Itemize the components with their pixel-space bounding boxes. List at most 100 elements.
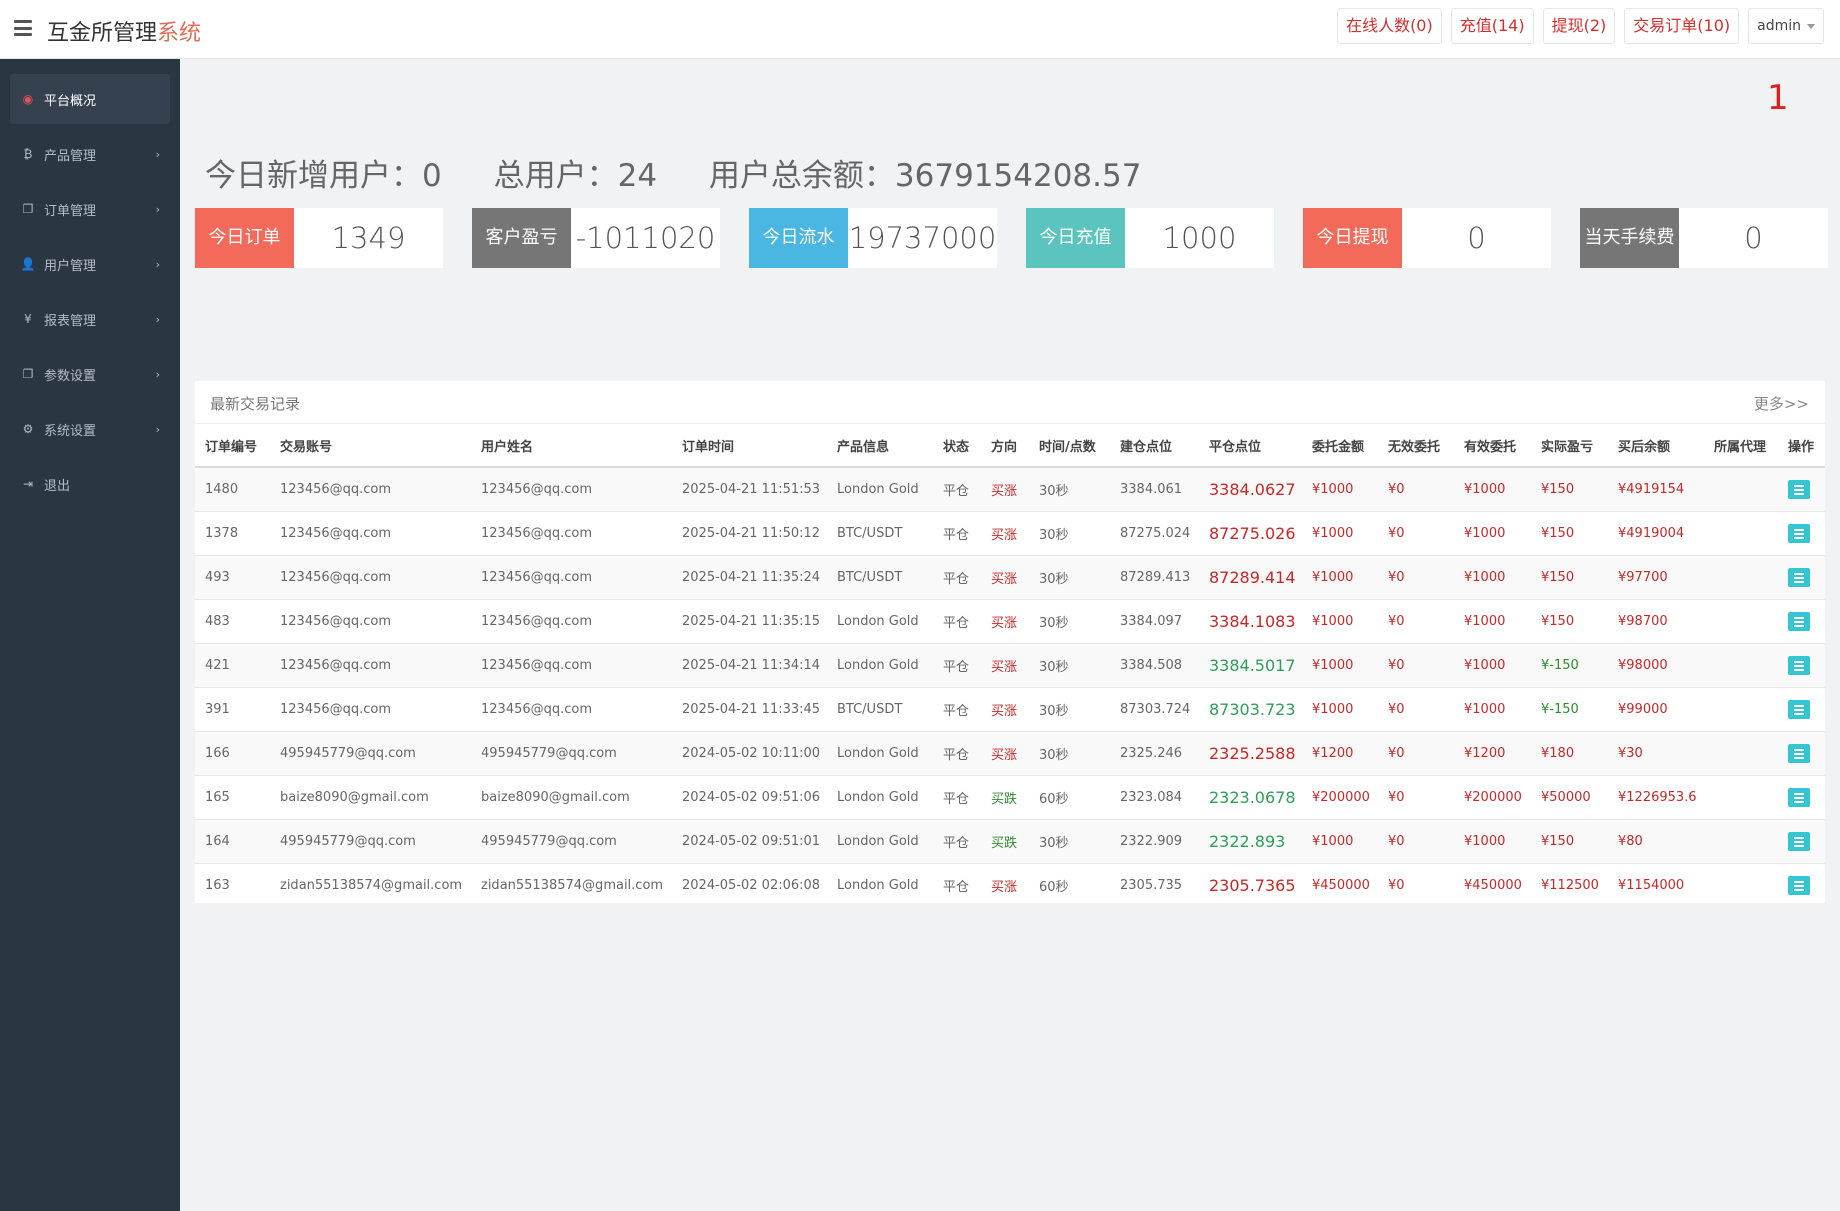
- cell-pnl: ¥150: [1531, 554, 1608, 599]
- cell-id: 165: [195, 774, 270, 819]
- cell-account: 495945779@qq.com: [270, 818, 471, 863]
- more-link[interactable]: 更多>>: [1754, 393, 1809, 414]
- sign-out-icon: ⇥: [22, 477, 34, 491]
- cell-name: 495945779@qq.com: [471, 730, 672, 775]
- cell-op: [1778, 730, 1825, 775]
- cell-direction: 买涨: [981, 642, 1029, 687]
- cell-status: 平仓: [933, 510, 981, 555]
- detail-list-icon[interactable]: [1788, 655, 1810, 675]
- sidebar-item-1[interactable]: ₿ 产品管理 ›: [10, 129, 170, 179]
- cell-id: 483: [195, 598, 270, 643]
- cell-product: London Gold: [827, 466, 933, 511]
- cell-time: 2025-04-21 11:51:53: [672, 466, 827, 511]
- stat-card: 今日 订单 1349: [195, 208, 443, 268]
- stat-label-line2: 流水: [798, 227, 835, 248]
- cell-time: 2024-05-02 09:51:06: [672, 774, 827, 819]
- cell-status: 平仓: [933, 730, 981, 775]
- column-header: 订单编号: [195, 424, 270, 468]
- admin-dropdown[interactable]: admin: [1748, 8, 1824, 44]
- cell-pnl: ¥-150: [1531, 642, 1608, 687]
- cell-invalid: ¥0: [1378, 818, 1454, 863]
- cell-close: 3384.5017: [1199, 642, 1302, 687]
- column-header: 交易账号: [270, 424, 471, 468]
- summary-value: 3679154208.57: [894, 158, 1142, 194]
- chevron-right-icon: ›: [155, 202, 160, 216]
- cell-open: 87275.024: [1110, 510, 1199, 555]
- sidebar-item-3[interactable]: 👤 用户管理 ›: [10, 239, 170, 289]
- cell-invalid: ¥0: [1378, 774, 1454, 819]
- cell-close: 87275.026: [1199, 510, 1302, 555]
- summary-total-users: 总用户：24: [494, 150, 657, 195]
- cell-agent: [1704, 862, 1778, 907]
- cell-agent: [1704, 730, 1778, 775]
- summary-label: 今日新增用户：: [205, 158, 422, 194]
- cell-status: 平仓: [933, 466, 981, 511]
- cell-pnl: ¥150: [1531, 466, 1608, 511]
- detail-list-icon[interactable]: [1788, 523, 1810, 543]
- sidebar-item-label: 平台概况: [44, 93, 97, 109]
- stat-card: 客户 盈亏 -1011020: [472, 208, 720, 268]
- chevron-right-icon: ›: [155, 312, 160, 326]
- cell-agent: [1704, 598, 1778, 643]
- recharge-button[interactable]: 充值(14): [1450, 8, 1534, 44]
- cell-product: London Gold: [827, 642, 933, 687]
- cell-invalid: ¥0: [1378, 730, 1454, 775]
- sidebar-item-0[interactable]: ◉ 平台概况: [10, 74, 170, 124]
- stat-label-line2: 订单: [244, 227, 281, 248]
- summary-label: 总用户：: [493, 158, 618, 194]
- menu-toggle-icon[interactable]: [14, 20, 32, 36]
- sidebar-item-4[interactable]: ¥ 报表管理 ›: [10, 294, 170, 344]
- cell-name: 123456@qq.com: [471, 554, 672, 599]
- cell-amount: ¥1000: [1302, 642, 1378, 687]
- admin-username: admin: [1757, 18, 1801, 34]
- stat-card: 今日 提现 0: [1303, 208, 1551, 268]
- detail-list-icon[interactable]: [1788, 611, 1810, 631]
- cell-balance: ¥30: [1608, 730, 1704, 775]
- cell-close: 2305.7365: [1199, 862, 1302, 907]
- detail-list-icon[interactable]: [1788, 875, 1810, 895]
- gears-icon: ⚙: [22, 422, 34, 436]
- detail-list-icon[interactable]: [1788, 831, 1810, 851]
- column-header: 建仓点位: [1110, 424, 1199, 468]
- detail-list-icon[interactable]: [1788, 567, 1810, 587]
- cell-id: 164: [195, 818, 270, 863]
- sidebar-item-label: 订单管理: [44, 203, 97, 219]
- detail-list-icon[interactable]: [1788, 479, 1810, 499]
- cell-op: [1778, 510, 1825, 555]
- withdraw-button[interactable]: 提现(2): [1542, 8, 1616, 44]
- column-header: 买后余额: [1608, 424, 1704, 468]
- stat-label-line1: 客户: [485, 227, 522, 248]
- cell-pnl: ¥-150: [1531, 686, 1608, 731]
- cell-op: [1778, 818, 1825, 863]
- cell-valid: ¥1000: [1454, 686, 1531, 731]
- cell-balance: ¥99000: [1608, 686, 1704, 731]
- cell-pnl: ¥180: [1531, 730, 1608, 775]
- online-users-button[interactable]: 在线人数(0): [1337, 8, 1442, 44]
- cell-invalid: ¥0: [1378, 862, 1454, 907]
- cell-product: BTC/USDT: [827, 510, 933, 555]
- detail-list-icon[interactable]: [1788, 699, 1810, 719]
- stat-value: 1000: [1162, 221, 1237, 255]
- detail-list-icon[interactable]: [1788, 743, 1810, 763]
- cell-time: 2025-04-21 11:33:45: [672, 686, 827, 731]
- sidebar-item-6[interactable]: ⚙ 系统设置 ›: [10, 404, 170, 454]
- cell-name: 123456@qq.com: [471, 466, 672, 511]
- cell-open: 3384.097: [1110, 598, 1199, 643]
- sidebar-item-7[interactable]: ⇥ 退出: [10, 459, 170, 509]
- detail-list-icon[interactable]: [1788, 787, 1810, 807]
- cell-name: 495945779@qq.com: [471, 818, 672, 863]
- sidebar-item-label: 退出: [44, 478, 71, 494]
- cell-balance: ¥80: [1608, 818, 1704, 863]
- stat-value: -1011020: [575, 221, 716, 255]
- stat-label: 客户 盈亏: [472, 208, 571, 268]
- cell-op: [1778, 466, 1825, 511]
- column-header: 订单时间: [672, 424, 827, 468]
- table-row: 165 baize8090@gmail.com baize8090@gmail.co…: [195, 774, 1825, 819]
- trade-orders-button[interactable]: 交易订单(10): [1624, 8, 1740, 44]
- table-header-row: 订单编号 交易账号 用户姓名 订单时间 产品信息 状态 方向 时间/点数 建仓点位 平仓点位 委托金…: [195, 424, 1825, 468]
- sidebar-item-5[interactable]: ❐ 参数设置 ›: [10, 349, 170, 399]
- cell-close: 2323.0678: [1199, 774, 1302, 819]
- sidebar-item-2[interactable]: ❐ 订单管理 ›: [10, 184, 170, 234]
- cell-valid: ¥1000: [1454, 642, 1531, 687]
- stat-label: 今日 充值: [1026, 208, 1125, 268]
